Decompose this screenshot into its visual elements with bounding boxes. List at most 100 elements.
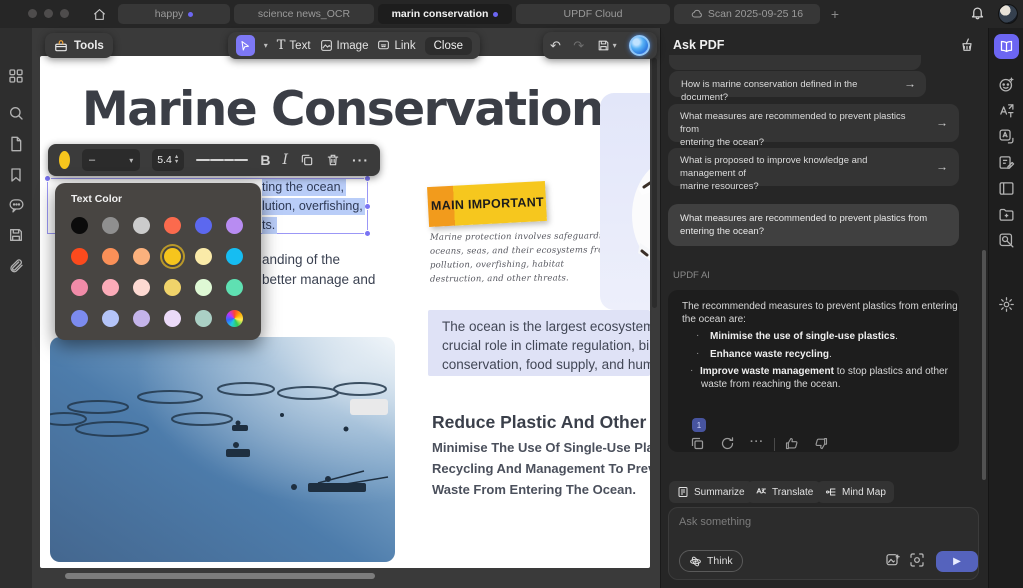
mind-map-button[interactable]: Mind Map xyxy=(817,481,894,503)
copy-answer-button[interactable] xyxy=(690,436,705,451)
tab-updf-cloud[interactable]: UPDF Cloud xyxy=(516,4,670,24)
highlighted-paragraph[interactable]: The ocean is the largest ecosystem cruci… xyxy=(428,310,650,376)
plastic-bag-image[interactable] xyxy=(600,93,650,310)
selected-text-line[interactable]: ts. xyxy=(262,218,277,232)
screenshot-button[interactable] xyxy=(909,552,925,568)
ai-chat-tool-button[interactable] xyxy=(998,76,1015,93)
color-swatch[interactable] xyxy=(164,217,181,234)
regenerate-button[interactable] xyxy=(720,436,735,451)
save-panel-button[interactable] xyxy=(8,227,24,243)
suggested-question-partial[interactable] xyxy=(669,55,921,70)
color-swatch[interactable] xyxy=(133,279,150,296)
selected-text-line[interactable]: lution, overfishing, xyxy=(262,199,365,213)
select-tool-button[interactable] xyxy=(236,35,255,56)
color-wheel-swatch[interactable] xyxy=(226,310,243,327)
settings-button[interactable] xyxy=(998,296,1015,313)
color-swatch[interactable] xyxy=(226,248,243,265)
annotations-panel-button[interactable] xyxy=(8,197,25,214)
text-tool-button[interactable]: T Text xyxy=(277,38,311,53)
translate-tool-button[interactable] xyxy=(998,102,1015,119)
suggested-question[interactable]: What measures are recommended to prevent… xyxy=(668,104,959,142)
color-swatch[interactable] xyxy=(226,217,243,234)
home-button[interactable] xyxy=(86,4,112,24)
color-swatch[interactable] xyxy=(195,217,212,234)
image-tool-button[interactable]: Image xyxy=(320,39,369,52)
size-down-icon[interactable]: ▼ xyxy=(174,160,179,165)
color-swatch[interactable] xyxy=(133,248,150,265)
color-swatch[interactable] xyxy=(71,217,88,234)
color-swatch[interactable] xyxy=(164,310,181,327)
window-zoom-button[interactable] xyxy=(60,9,69,18)
selection-handle[interactable] xyxy=(364,203,371,210)
summarize-button[interactable]: Summarize xyxy=(669,481,753,503)
suggested-question[interactable]: How is marine conservation defined in th… xyxy=(669,71,926,97)
ask-input[interactable] xyxy=(679,516,959,528)
color-swatch[interactable] xyxy=(71,248,88,265)
window-close-button[interactable] xyxy=(28,9,37,18)
document-vertical-scrollbar[interactable] xyxy=(652,58,657,308)
panel-scrollbar[interactable] xyxy=(982,250,986,480)
color-swatch[interactable] xyxy=(195,279,212,296)
thumbs-down-button[interactable] xyxy=(814,436,829,451)
thumbnails-panel-button[interactable] xyxy=(8,68,24,84)
selection-handle[interactable] xyxy=(364,175,371,182)
color-swatch[interactable] xyxy=(102,310,119,327)
search-button[interactable] xyxy=(8,105,24,121)
bold-button[interactable]: B xyxy=(260,152,270,168)
selected-text-line[interactable]: ting the ocean, xyxy=(262,180,346,194)
tab-marin-conservation[interactable]: marin conservation xyxy=(378,4,512,24)
color-swatch[interactable] xyxy=(102,279,119,296)
duplicate-button[interactable] xyxy=(300,153,314,167)
font-size-stepper[interactable]: 5.4 ▲▼ xyxy=(152,149,184,171)
italic-button[interactable]: I xyxy=(282,152,288,168)
think-toggle[interactable]: Think xyxy=(679,550,743,572)
select-tool-chevron[interactable]: ▾ xyxy=(264,41,268,50)
reader-tool-button[interactable] xyxy=(998,180,1015,197)
ai-assistant-button[interactable] xyxy=(629,35,650,56)
translate-button[interactable]: Translate xyxy=(747,481,821,503)
delete-button[interactable] xyxy=(326,153,340,167)
translate-page-tool-button[interactable] xyxy=(998,128,1015,145)
redo-button[interactable]: ↷ xyxy=(573,38,584,54)
window-minimize-button[interactable] xyxy=(44,9,53,18)
document-horizontal-scrollbar[interactable] xyxy=(65,573,375,579)
selection-handle[interactable] xyxy=(44,175,51,182)
selection-handle[interactable] xyxy=(364,230,371,237)
notifications-button[interactable] xyxy=(970,5,985,20)
color-swatch[interactable] xyxy=(133,217,150,234)
thumbs-up-button[interactable] xyxy=(784,436,799,451)
tab-science-news[interactable]: science news_OCR xyxy=(234,4,374,24)
attachments-panel-button[interactable] xyxy=(8,258,24,274)
add-image-button[interactable] xyxy=(885,552,901,568)
ai-search-tool-button[interactable] xyxy=(998,232,1015,249)
color-swatch[interactable] xyxy=(164,279,181,296)
tab-scan[interactable]: Scan 2025-09-25 16 xyxy=(674,4,820,24)
color-swatch-selected[interactable] xyxy=(164,248,181,265)
ask-pdf-tool-button[interactable] xyxy=(994,34,1019,59)
color-swatch[interactable] xyxy=(102,248,119,265)
font-family-select[interactable]: – ▾ xyxy=(82,149,140,171)
text-color-button[interactable] xyxy=(59,151,70,169)
sticky-note[interactable]: MAIN IMPORTANT xyxy=(427,181,547,227)
color-swatch[interactable] xyxy=(71,310,88,327)
file-organize-tool-button[interactable] xyxy=(998,206,1015,223)
more-options-button[interactable]: ··· xyxy=(352,152,369,168)
send-button[interactable]: ▶ xyxy=(936,551,978,572)
link-tool-button[interactable]: Link xyxy=(377,39,415,52)
close-toolbar-button[interactable]: Close xyxy=(425,37,472,55)
more-actions-button[interactable]: ··· xyxy=(750,436,764,448)
align-button[interactable] xyxy=(196,157,248,163)
color-swatch[interactable] xyxy=(71,279,88,296)
tools-button[interactable]: Tools xyxy=(45,33,113,58)
color-swatch[interactable] xyxy=(195,248,212,265)
citation-badge[interactable]: 1 xyxy=(692,418,706,432)
undo-button[interactable]: ↶ xyxy=(550,38,561,54)
user-avatar[interactable] xyxy=(998,4,1018,24)
color-swatch[interactable] xyxy=(195,310,212,327)
suggested-question[interactable]: What is proposed to improve knowledge an… xyxy=(668,148,959,186)
save-button[interactable]: ▾ xyxy=(597,39,617,52)
bookmarks-panel-button[interactable] xyxy=(8,167,24,183)
ai-write-tool-button[interactable] xyxy=(998,154,1015,171)
color-swatch[interactable] xyxy=(133,310,150,327)
color-swatch[interactable] xyxy=(226,279,243,296)
